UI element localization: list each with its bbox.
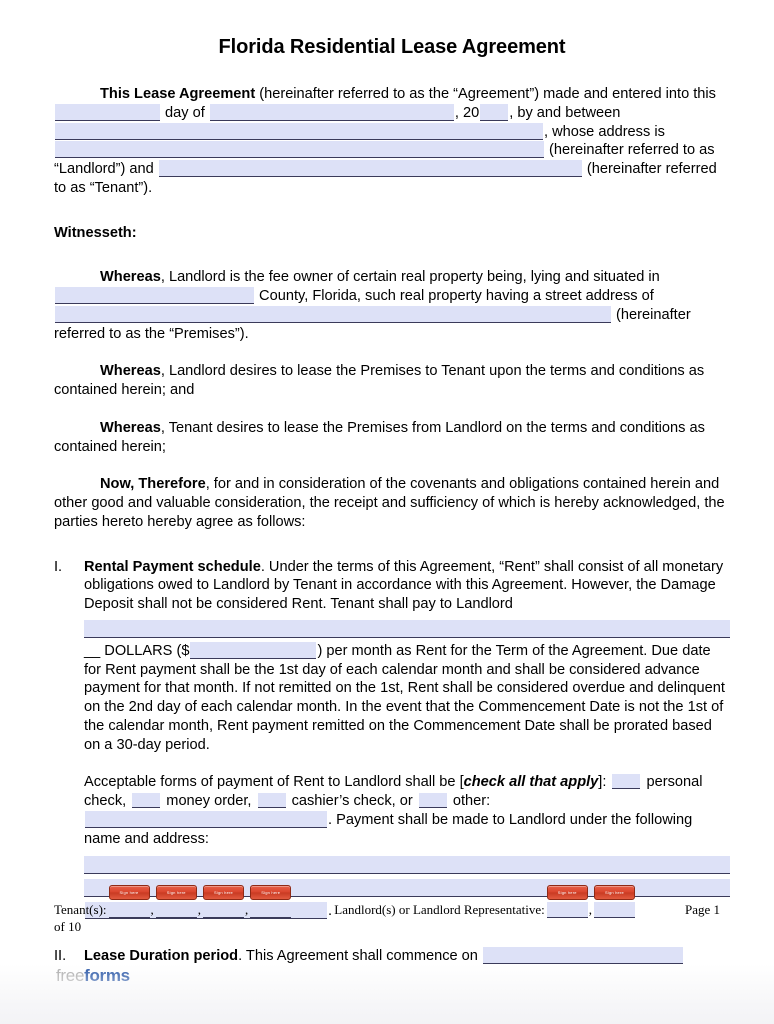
tenant-signature-slots: Sign here, Sign here, Sign here, Sign here: [108, 885, 293, 918]
checkbox-money-order[interactable]: [132, 793, 161, 808]
year-field[interactable]: [480, 103, 509, 121]
section-rental-payment: I. Rental Payment schedule. Under the te…: [54, 558, 730, 922]
logo-text-forms: forms: [84, 966, 130, 985]
checkbox-personal-check[interactable]: [612, 774, 641, 790]
tenant-signature-slot-4[interactable]: Sign here: [250, 885, 292, 918]
sign-here-button[interactable]: Sign here: [155, 885, 197, 900]
landlord-signature-slot-1[interactable]: Sign here: [546, 885, 588, 918]
section-two-body: Lease Duration period. This Agreement sh…: [84, 947, 730, 966]
whereas-paragraph-3: Whereas, Tenant desires to lease the Pre…: [54, 419, 730, 457]
now-therefore-lead: Now, Therefore: [100, 476, 206, 493]
logo-text-free: free: [56, 966, 85, 985]
witnesseth-label: Witnesseth:: [54, 224, 137, 241]
sign-here-button[interactable]: Sign here: [250, 885, 292, 900]
premises-address-field[interactable]: [55, 305, 611, 323]
whereas-paragraph-1: Whereas, Landlord is the fee owner of ce…: [54, 268, 730, 343]
payment-text-4: money order,: [162, 793, 256, 809]
payment-text-1: Acceptable forms of payment of Rent to L…: [84, 774, 464, 791]
section-two-numeral: II.: [54, 948, 67, 964]
landlord-name-field[interactable]: [55, 122, 543, 140]
whereas-lead-3: Whereas: [100, 419, 161, 436]
rent-amount-words-field[interactable]: [84, 619, 730, 638]
day-field[interactable]: [55, 103, 160, 121]
section-one-payment-paragraph: Acceptable forms of payment of Rent to L…: [84, 773, 730, 848]
payment-text-2: ]:: [598, 774, 611, 791]
separator-comma: ,: [588, 902, 592, 917]
whereas-lead-2: Whereas: [100, 363, 161, 380]
intro-text-5: , whose address is: [544, 123, 665, 140]
whereas-paragraph-2: Whereas, Landlord desires to lease the P…: [54, 362, 730, 400]
checkbox-cashiers-check[interactable]: [257, 793, 286, 808]
document-body: Florida Residential Lease Agreement This…: [54, 0, 730, 966]
payment-text-5: cashier’s check, or: [287, 793, 417, 809]
freeforms-logo[interactable]: freeforms: [56, 966, 130, 986]
intro-text-3: , 20: [454, 104, 480, 121]
section-one-body: Rental Payment schedule. Under the terms…: [84, 558, 730, 922]
intro-text-1: (hereinafter referred to as the “Agreeme…: [255, 86, 716, 102]
rent-amount-numeric-field[interactable]: [190, 641, 317, 659]
tenant-signature-slot-1[interactable]: Sign here: [108, 885, 150, 918]
section-one-text-2: __ DOLLARS ($: [84, 642, 190, 659]
landlord-signature-slots: Sign here, Sign here: [546, 885, 636, 918]
section-two-heading: Lease Duration period: [84, 948, 239, 964]
payment-other-field[interactable]: [85, 810, 327, 828]
month-field[interactable]: [209, 103, 454, 121]
whereas-text-1b: County, Florida, such real property havi…: [255, 288, 654, 304]
separator-comma: ,: [150, 902, 154, 917]
payment-text-6: other:: [448, 793, 491, 809]
page-number-label: Page 1: [684, 902, 720, 917]
payment-address-line-1-field[interactable]: [84, 856, 730, 875]
intro-lead: This Lease Agreement: [100, 86, 256, 102]
tenant-signature-slot-2[interactable]: Sign here: [155, 885, 197, 918]
section-one-paragraph-2: __ DOLLARS ($) per month as Rent for the…: [84, 641, 730, 755]
landlord-signature-slot-2[interactable]: Sign here: [593, 885, 635, 918]
landlord-address-field[interactable]: [55, 141, 544, 159]
intro-text-4: , by and between: [509, 104, 621, 121]
separator-comma: ,: [197, 902, 202, 917]
page-count-label: of 10: [54, 919, 82, 934]
intro-text-2: day of: [161, 104, 209, 121]
section-one-paragraph-1: Rental Payment schedule. Under the terms…: [84, 558, 730, 614]
sign-here-button[interactable]: Sign here: [203, 885, 245, 900]
sign-here-button[interactable]: Sign here: [546, 885, 588, 900]
commencement-date-field[interactable]: [482, 947, 683, 964]
payment-emphasis: check all that apply: [463, 774, 599, 791]
signature-row: Tenant(s): Sign here, Sign here, Sign here…: [54, 885, 730, 918]
sign-here-button[interactable]: Sign here: [593, 885, 635, 900]
landlord-signature-label: Landlord(s) or Landlord Representative:: [334, 902, 545, 917]
whereas-text-1a: , Landlord is the fee owner of certain r…: [160, 269, 660, 286]
page-title: Florida Residential Lease Agreement: [218, 36, 566, 58]
tenant-signature-label: Tenant(s):: [54, 902, 107, 917]
checkbox-other[interactable]: [418, 793, 447, 808]
county-field[interactable]: [55, 287, 254, 304]
section-one-numeral: I.: [54, 558, 63, 575]
section-one-text-3: ) per month as Rent for the Term of the …: [84, 642, 725, 753]
separator-comma: ,: [245, 902, 249, 917]
section-one-heading: Rental Payment schedule: [84, 558, 261, 575]
section-two-text: . This Agreement shall commence on: [238, 948, 482, 964]
witnesseth-heading: Witnesseth:: [54, 224, 730, 243]
sign-here-button[interactable]: Sign here: [108, 885, 150, 900]
footer: Tenant(s): Sign here, Sign here, Sign here…: [54, 885, 730, 935]
section-two-paragraph: Lease Duration period. This Agreement sh…: [84, 947, 730, 966]
tenant-name-field[interactable]: [158, 160, 582, 177]
tenant-signature-slot-3[interactable]: Sign here: [203, 885, 245, 918]
whereas-lead-1: Whereas: [100, 269, 161, 286]
now-therefore-paragraph: Now, Therefore, for and in consideration…: [54, 475, 730, 531]
document-page: Florida Residential Lease Agreement This…: [0, 0, 774, 1024]
section-lease-duration: II. Lease Duration period. This Agreemen…: [54, 947, 730, 966]
intro-paragraph: This Lease Agreement (hereinafter referr…: [54, 85, 730, 198]
